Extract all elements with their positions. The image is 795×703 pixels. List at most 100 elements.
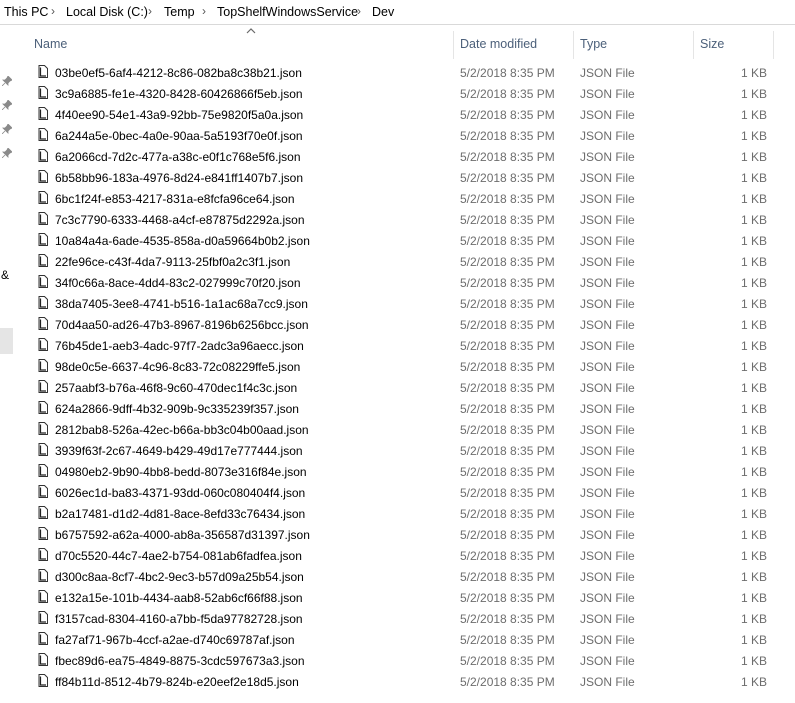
file-name[interactable]: d300c8aa-8cf7-4bc2-9ec3-b57d09a25b54.jso… <box>55 570 304 584</box>
file-name[interactable]: 4f40ee90-54e1-43a9-92bb-75e9820f5a0a.jso… <box>55 108 303 122</box>
file-row[interactable]: 2812bab8-526a-42ec-b66a-bb3c04b00aad.jso… <box>14 419 795 440</box>
breadcrumb-item-this-pc[interactable]: This PC <box>4 5 48 19</box>
file-row[interactable]: 38da7405-3ee8-4741-b516-1a1ac68a7cc9.jso… <box>14 293 795 314</box>
column-divider[interactable] <box>453 31 454 59</box>
file-row[interactable]: b2a17481-d1d2-4d81-8ace-8efd33c76434.jso… <box>14 503 795 524</box>
file-name[interactable]: 6b58bb96-183a-4976-8d24-e841ff1407b7.jso… <box>55 171 303 185</box>
file-row[interactable]: e132a15e-101b-4434-aab8-52ab6cf66f88.jso… <box>14 587 795 608</box>
file-row[interactable]: fbec89d6-ea75-4849-8875-3cdc597673a3.jso… <box>14 650 795 671</box>
file-row[interactable]: 22fe96ce-c43f-4da7-9113-25fbf0a2c3f1.jso… <box>14 251 795 272</box>
file-name[interactable]: b6757592-a62a-4000-ab8a-356587d31397.jso… <box>55 528 310 542</box>
json-file-icon <box>38 527 48 540</box>
file-row[interactable]: fa27af71-967b-4ccf-a2ae-d740c69787af.jso… <box>14 629 795 650</box>
file-row[interactable]: 6bc1f24f-e853-4217-831a-e8fcfa96ce64.jso… <box>14 188 795 209</box>
file-size: 1 KB <box>740 276 767 290</box>
file-name[interactable]: 6bc1f24f-e853-4217-831a-e8fcfa96ce64.jso… <box>55 192 295 206</box>
pin-icon[interactable] <box>1 147 13 160</box>
file-row[interactable]: 04980eb2-9b90-4bb8-bedd-8073e316f84e.jso… <box>14 461 795 482</box>
column-divider[interactable] <box>573 31 574 59</box>
file-name[interactable]: 3939f63f-2c67-4649-b429-49d17e777444.jso… <box>55 444 303 458</box>
file-name[interactable]: 70d4aa50-ad26-47b3-8967-8196b6256bcc.jso… <box>55 318 309 332</box>
file-row[interactable]: 98de0c5e-6637-4c96-8c83-72c08229ffe5.jso… <box>14 356 795 377</box>
breadcrumb-separator-icon[interactable]: › <box>51 4 55 18</box>
file-name[interactable]: 2812bab8-526a-42ec-b66a-bb3c04b00aad.jso… <box>55 423 309 437</box>
file-date-modified: 5/2/2018 8:35 PM <box>460 192 555 206</box>
breadcrumb-separator-icon[interactable]: › <box>202 4 206 18</box>
column-header-date-modified[interactable]: Date modified <box>460 37 537 51</box>
pin-icon[interactable] <box>1 123 13 136</box>
file-row[interactable]: b6757592-a62a-4000-ab8a-356587d31397.jso… <box>14 524 795 545</box>
column-divider[interactable] <box>693 31 694 59</box>
file-name[interactable]: e132a15e-101b-4434-aab8-52ab6cf66f88.jso… <box>55 591 303 605</box>
column-header-size[interactable]: Size <box>700 37 724 51</box>
file-name[interactable]: 257aabf3-b76a-46f8-9c60-470dec1f4c3c.jso… <box>55 381 297 395</box>
file-row[interactable]: d70c5520-44c7-4ae2-b754-081ab6fadfea.jso… <box>14 545 795 566</box>
file-row[interactable]: 257aabf3-b76a-46f8-9c60-470dec1f4c3c.jso… <box>14 377 795 398</box>
file-name[interactable]: 76b45de1-aeb3-4adc-97f7-2adc3a96aecc.jso… <box>55 339 304 353</box>
file-name[interactable]: 34f0c66a-8ace-4dd4-83c2-027999c70f20.jso… <box>55 276 301 290</box>
file-row[interactable]: 6b58bb96-183a-4976-8d24-e841ff1407b7.jso… <box>14 167 795 188</box>
file-row[interactable]: 03be0ef5-6af4-4212-8c86-082ba8c38b21.jso… <box>14 62 795 83</box>
file-name[interactable]: 22fe96ce-c43f-4da7-9113-25fbf0a2c3f1.jso… <box>55 255 290 269</box>
file-name[interactable]: fa27af71-967b-4ccf-a2ae-d740c69787af.jso… <box>55 633 295 647</box>
json-file-icon <box>38 296 48 309</box>
file-row[interactable]: 7c3c7790-6333-4468-a4cf-e87875d2292a.jso… <box>14 209 795 230</box>
file-row[interactable]: 624a2866-9dff-4b32-909b-9c335239f357.jso… <box>14 398 795 419</box>
breadcrumb-item-temp[interactable]: Temp <box>164 5 195 19</box>
file-row[interactable]: 34f0c66a-8ace-4dd4-83c2-027999c70f20.jso… <box>14 272 795 293</box>
file-row[interactable]: d300c8aa-8cf7-4bc2-9ec3-b57d09a25b54.jso… <box>14 566 795 587</box>
file-name[interactable]: 3c9a6885-fe1e-4320-8428-60426866f5eb.jso… <box>55 87 303 101</box>
file-name[interactable]: d70c5520-44c7-4ae2-b754-081ab6fadfea.jso… <box>55 549 302 563</box>
file-row[interactable]: 6a2066cd-7d2c-477a-a38c-e0f1c768e5f6.jso… <box>14 146 795 167</box>
file-name[interactable]: 7c3c7790-6333-4468-a4cf-e87875d2292a.jso… <box>55 213 305 227</box>
nav-selected-item[interactable] <box>0 328 13 354</box>
file-name[interactable]: fbec89d6-ea75-4849-8875-3cdc597673a3.jso… <box>55 654 305 668</box>
file-row[interactable]: 6a244a5e-0bec-4a0e-90aa-5a5193f70e0f.jso… <box>14 125 795 146</box>
file-name[interactable]: 10a84a4a-6ade-4535-858a-d0a59664b0b2.jso… <box>55 234 310 248</box>
file-name[interactable]: 38da7405-3ee8-4741-b516-1a1ac68a7cc9.jso… <box>55 297 308 311</box>
file-name[interactable]: 03be0ef5-6af4-4212-8c86-082ba8c38b21.jso… <box>55 66 302 80</box>
breadcrumb-item-topshelfwindowsservice[interactable]: TopShelfWindowsService <box>217 5 358 19</box>
file-date-modified: 5/2/2018 8:35 PM <box>460 402 555 416</box>
file-name[interactable]: 98de0c5e-6637-4c96-8c83-72c08229ffe5.jso… <box>55 360 300 374</box>
file-name[interactable]: b2a17481-d1d2-4d81-8ace-8efd33c76434.jso… <box>55 507 305 521</box>
file-type: JSON File <box>580 297 635 311</box>
file-type: JSON File <box>580 213 635 227</box>
pin-icon[interactable] <box>1 75 13 88</box>
file-type: JSON File <box>580 486 635 500</box>
file-type: JSON File <box>580 276 635 290</box>
json-file-icon <box>38 170 48 183</box>
column-divider[interactable] <box>773 31 774 59</box>
file-name[interactable]: 6026ec1d-ba83-4371-93dd-060c080404f4.jso… <box>55 486 305 500</box>
column-header-type[interactable]: Type <box>580 37 607 51</box>
breadcrumb-item-local-disk[interactable]: Local Disk (C:) <box>66 5 148 19</box>
file-row[interactable]: 70d4aa50-ad26-47b3-8967-8196b6256bcc.jso… <box>14 314 795 335</box>
file-row[interactable]: 3939f63f-2c67-4649-b429-49d17e777444.jso… <box>14 440 795 461</box>
file-size: 1 KB <box>740 528 767 542</box>
breadcrumb-separator-icon[interactable]: › <box>357 4 361 18</box>
file-name[interactable]: 624a2866-9dff-4b32-909b-9c335239f357.jso… <box>55 402 299 416</box>
breadcrumb-separator-icon[interactable]: › <box>148 4 152 18</box>
file-size: 1 KB <box>740 360 767 374</box>
column-header-name[interactable]: Name <box>34 37 67 51</box>
breadcrumb-item-dev[interactable]: Dev <box>372 5 394 19</box>
file-row[interactable]: 3c9a6885-fe1e-4320-8428-60426866f5eb.jso… <box>14 83 795 104</box>
file-date-modified: 5/2/2018 8:35 PM <box>460 507 555 521</box>
file-name[interactable]: 04980eb2-9b90-4bb8-bedd-8073e316f84e.jso… <box>55 465 307 479</box>
file-name[interactable]: ff84b11d-8512-4b79-824b-e20eef2e18d5.jso… <box>55 675 299 689</box>
pin-icon[interactable] <box>1 99 13 112</box>
file-name[interactable]: 6a2066cd-7d2c-477a-a38c-e0f1c768e5f6.jso… <box>55 150 301 164</box>
file-row[interactable]: 76b45de1-aeb3-4adc-97f7-2adc3a96aecc.jso… <box>14 335 795 356</box>
file-row[interactable]: 6026ec1d-ba83-4371-93dd-060c080404f4.jso… <box>14 482 795 503</box>
json-file-icon <box>38 107 48 120</box>
json-file-icon <box>38 674 48 687</box>
file-row[interactable]: f3157cad-8304-4160-a7bb-f5da97782728.jso… <box>14 608 795 629</box>
file-name[interactable]: f3157cad-8304-4160-a7bb-f5da97782728.jso… <box>55 612 303 626</box>
file-row[interactable]: 10a84a4a-6ade-4535-858a-d0a59664b0b2.jso… <box>14 230 795 251</box>
file-size: 1 KB <box>740 297 767 311</box>
nav-item-label[interactable]: & <box>1 268 9 282</box>
file-row[interactable]: 4f40ee90-54e1-43a9-92bb-75e9820f5a0a.jso… <box>14 104 795 125</box>
file-name[interactable]: 6a244a5e-0bec-4a0e-90aa-5a5193f70e0f.jso… <box>55 129 303 143</box>
file-date-modified: 5/2/2018 8:35 PM <box>460 675 555 689</box>
file-row[interactable]: ff84b11d-8512-4b79-824b-e20eef2e18d5.jso… <box>14 671 795 692</box>
